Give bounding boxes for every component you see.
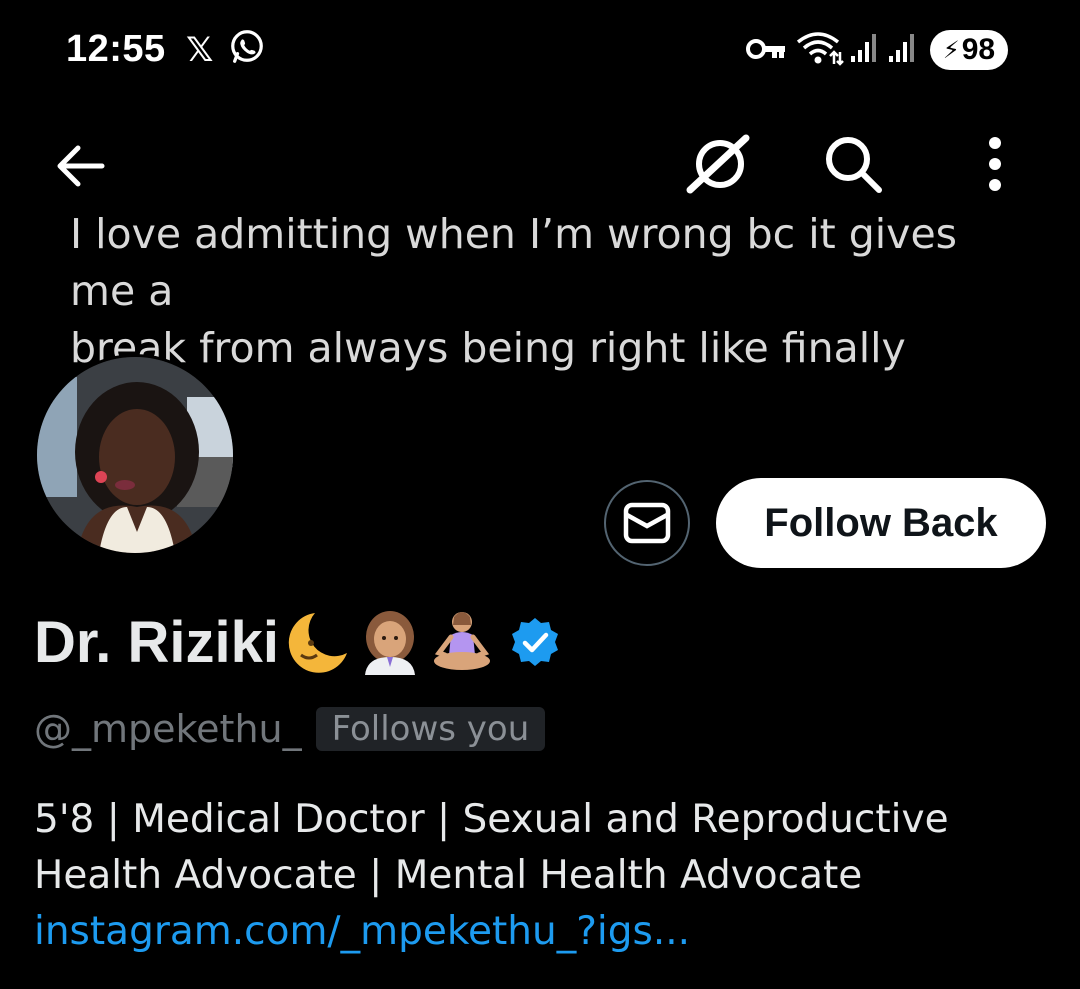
profile-screen: 12:55 𝕏 ⚡ 98 I love admitting when I’m w… xyxy=(0,0,1080,989)
status-time: 12:55 xyxy=(66,28,166,70)
grok-icon[interactable] xyxy=(684,132,752,196)
signal-strength-icon xyxy=(889,34,914,62)
verified-badge-icon[interactable] xyxy=(509,616,561,668)
battery-indicator: ⚡ 98 xyxy=(930,30,1008,70)
follow-back-button[interactable]: Follow Back xyxy=(716,478,1046,568)
crescent-moon-emoji-icon xyxy=(288,613,347,673)
woman-meditating-emoji-icon xyxy=(433,612,490,670)
envelope-icon xyxy=(623,502,671,544)
whatsapp-notification-icon xyxy=(231,30,263,63)
banner-quote: I love admitting when I’m wrong bc it gi… xyxy=(70,206,1030,377)
bio-line-2: Health Advocate | Mental Health Advocate xyxy=(34,853,863,898)
wifi-icon xyxy=(796,32,844,66)
follows-you-badge: Follows you xyxy=(315,707,546,751)
more-vertical-icon[interactable] xyxy=(978,136,1012,192)
message-button[interactable] xyxy=(604,480,690,566)
signal-strength-icon xyxy=(851,34,876,62)
display-name: Dr. Riziki xyxy=(34,609,279,675)
avatar-photo xyxy=(37,357,233,553)
battery-level: 98 xyxy=(961,33,996,66)
search-icon[interactable] xyxy=(822,134,884,194)
vpn-key-icon xyxy=(746,39,785,59)
back-arrow-icon[interactable] xyxy=(52,138,108,194)
battery-charging-icon: ⚡ xyxy=(942,36,960,64)
x-notification-icon: 𝕏 xyxy=(186,31,214,69)
banner-line-2: break from always being right like final… xyxy=(70,324,906,372)
profile-bio: 5'8 | Medical Doctor | Sexual and Reprod… xyxy=(34,792,1044,960)
profile-link[interactable]: instagram.com/_mpekethu_?igs... xyxy=(34,904,1044,960)
profile-name-row: Dr. Riziki xyxy=(34,604,561,680)
handle-row: @_mpekethu_ Follows you xyxy=(34,704,546,754)
handle: @_mpekethu_ xyxy=(34,707,302,751)
banner-line-1: I love admitting when I’m wrong bc it gi… xyxy=(70,210,958,315)
bio-line-1: 5'8 | Medical Doctor | Sexual and Reprod… xyxy=(34,797,949,842)
woman-health-worker-emoji-icon xyxy=(364,611,415,675)
avatar[interactable] xyxy=(34,354,236,556)
